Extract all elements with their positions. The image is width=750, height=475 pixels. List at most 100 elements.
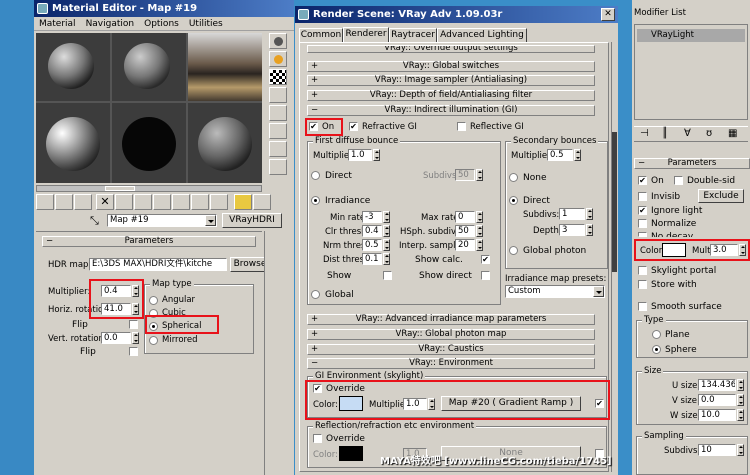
menu-navigation[interactable]: Navigation	[86, 19, 135, 29]
sec-subdivs-spinner[interactable]	[586, 208, 593, 220]
copy-material-icon[interactable]	[115, 194, 133, 210]
sample-slot-4[interactable]	[36, 103, 110, 183]
radio-mirrored[interactable]	[149, 336, 158, 345]
min-rate-spinner[interactable]	[383, 211, 390, 223]
show-end-result-icon[interactable]	[210, 194, 228, 210]
vert-rotation-spinner[interactable]	[132, 332, 139, 344]
hsph-subdivs-spinner[interactable]	[476, 225, 483, 237]
menu-utilities[interactable]: Utilities	[189, 19, 223, 29]
rollout-override-output[interactable]: VRay:: Override output settings	[307, 45, 595, 53]
sample-scrollbar[interactable]	[36, 185, 262, 192]
rollout-caustics[interactable]: + VRay:: Caustics	[307, 344, 595, 355]
make-preview-icon[interactable]	[269, 123, 287, 139]
light-color-swatch[interactable]	[662, 243, 686, 257]
sample-slot-5[interactable]	[112, 103, 186, 183]
horiz-rotation-input[interactable]: 41.0	[101, 303, 131, 315]
radio-sec-direct[interactable]	[509, 196, 518, 205]
sample-slot-2[interactable]	[112, 33, 186, 101]
modifier-list-dropdown[interactable]: Modifier List	[632, 8, 750, 21]
reset-map-icon[interactable]: ✕	[96, 194, 114, 210]
first-mult-spinner[interactable]	[373, 149, 380, 161]
first-subdivs-input[interactable]: 50	[455, 169, 475, 181]
show-map-icon[interactable]	[191, 194, 209, 210]
tab-advanced-lighting[interactable]: Advanced Lighting	[437, 28, 527, 42]
sample-slot-6[interactable]	[188, 103, 262, 183]
radio-plane[interactable]	[652, 330, 661, 339]
u-size-input[interactable]: 134.436	[698, 379, 736, 391]
tab-renderer[interactable]: Renderer	[343, 27, 389, 42]
sample-uv-icon[interactable]	[269, 87, 287, 103]
nrm-thresh-spinner[interactable]	[383, 239, 390, 251]
v-size-spinner[interactable]	[737, 394, 744, 406]
reflective-gi-checkbox[interactable]	[457, 122, 466, 131]
radio-sec-none[interactable]	[509, 173, 518, 182]
horiz-rotation-spinner[interactable]	[132, 303, 139, 315]
go-sibling-icon[interactable]	[253, 194, 271, 210]
nrm-thresh-input[interactable]: 0.5	[362, 239, 382, 251]
get-material-icon[interactable]	[36, 194, 54, 210]
light-mult-spinner[interactable]	[739, 244, 746, 256]
light-parameters-rollout[interactable]: − Parameters	[634, 158, 750, 169]
env-map-checkbox[interactable]: ✔	[595, 399, 604, 408]
render-scene-titlebar[interactable]: Render Scene: VRay Adv 1.09.03r ✕	[295, 6, 618, 23]
rollout-advanced-irradiance[interactable]: + VRay:: Advanced irradiance map paramete…	[307, 314, 595, 325]
background-checker-icon[interactable]	[269, 69, 287, 85]
refl-color-swatch[interactable]	[339, 446, 363, 461]
render-scrollbar[interactable]	[611, 42, 617, 472]
normalize-checkbox[interactable]	[638, 219, 647, 228]
material-editor-scrollbar[interactable]	[264, 231, 276, 475]
radio-cubic[interactable]	[149, 309, 158, 318]
rollout-global-photon-map[interactable]: + VRay:: Global photon map	[307, 329, 595, 340]
env-override-checkbox[interactable]: ✔	[313, 384, 322, 393]
depth-input[interactable]: 3	[559, 224, 585, 236]
light-mult-input[interactable]: 3.0	[710, 244, 738, 256]
invisible-checkbox[interactable]	[638, 192, 647, 201]
sec-subdivs-input[interactable]: 1	[559, 208, 585, 220]
hsph-subdivs-input[interactable]: 50	[455, 225, 475, 237]
go-parent-icon[interactable]	[234, 194, 252, 210]
flip-horizontal-checkbox[interactable]	[129, 320, 138, 329]
clr-thresh-spinner[interactable]	[383, 225, 390, 237]
flip-vertical-checkbox[interactable]	[129, 347, 138, 356]
parameters-rollout[interactable]: − Parameters	[42, 236, 256, 247]
env-color-swatch[interactable]	[339, 396, 363, 411]
exclude-button[interactable]: Exclude	[698, 189, 744, 203]
map-type-button[interactable]: VRayHDRI	[222, 213, 282, 228]
store-with-checkbox[interactable]	[638, 280, 647, 289]
ignore-light-checkbox[interactable]: ✔	[638, 206, 647, 215]
options-icon[interactable]	[269, 141, 287, 157]
tab-raytracer[interactable]: Raytracer	[389, 28, 437, 42]
multiplier-input[interactable]: 0.4	[101, 285, 131, 297]
first-mult-input[interactable]: 1.0	[348, 149, 372, 161]
menu-material[interactable]: Material	[39, 19, 76, 29]
assign-material-icon[interactable]	[74, 194, 92, 210]
refl-override-checkbox[interactable]	[313, 434, 322, 443]
w-size-input[interactable]: 10.0	[698, 409, 736, 421]
sampling-subdivs-spinner[interactable]	[737, 444, 744, 456]
show-end-result-icon[interactable]: ║	[662, 128, 668, 139]
sample-slot-3-hdri[interactable]	[188, 33, 262, 101]
radio-angular[interactable]	[149, 296, 158, 305]
env-mult-spinner[interactable]	[428, 398, 435, 410]
first-subdivs-spinner[interactable]	[476, 169, 483, 181]
double-sided-checkbox[interactable]	[674, 176, 683, 185]
gi-on-checkbox[interactable]: ✔	[309, 122, 318, 131]
skylight-portal-checkbox[interactable]	[638, 266, 647, 275]
make-unique-icon[interactable]: ∀	[684, 128, 691, 139]
show-calc-checkbox[interactable]: ✔	[481, 255, 490, 264]
rollout-environment[interactable]: − VRay:: Environment	[307, 358, 595, 369]
radio-first-global[interactable]	[311, 290, 320, 299]
no-decay-checkbox[interactable]	[638, 232, 647, 237]
env-map-button[interactable]: Map #20 ( Gradient Ramp )	[441, 396, 581, 411]
close-icon[interactable]: ✕	[601, 8, 615, 21]
rollout-depth-of-field[interactable]: + VRay:: Depth of field/Antialiasing filt…	[307, 90, 595, 101]
dist-thresh-spinner[interactable]	[383, 253, 390, 265]
put-to-library-icon[interactable]	[153, 194, 171, 210]
refractive-gi-checkbox[interactable]: ✔	[349, 122, 358, 131]
tab-common[interactable]: Common	[299, 28, 343, 42]
irradiance-presets-dropdown[interactable]: Custom	[505, 285, 605, 298]
video-check-icon[interactable]	[269, 105, 287, 121]
smooth-surface-checkbox[interactable]	[638, 302, 647, 311]
make-unique-icon[interactable]	[134, 194, 152, 210]
sampling-subdivs-input[interactable]: 10	[698, 444, 736, 456]
